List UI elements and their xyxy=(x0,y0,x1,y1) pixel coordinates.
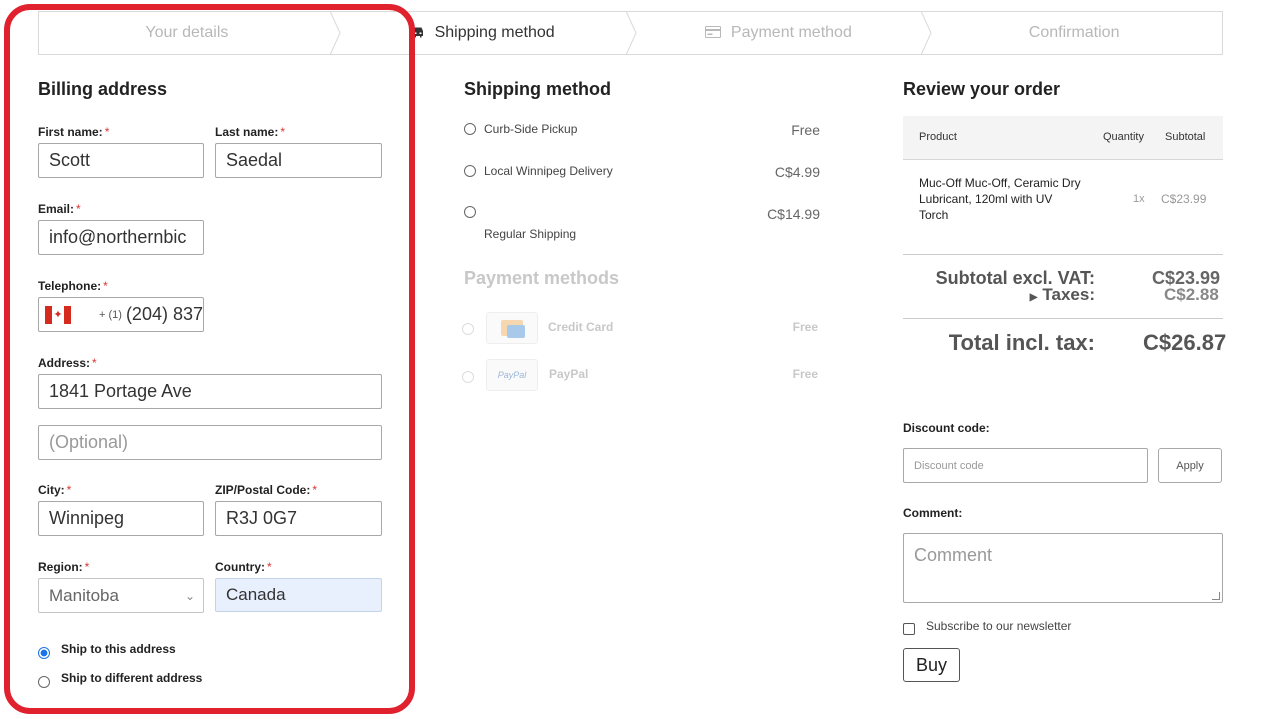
shipping-name: Local Winnipeg Delivery xyxy=(484,164,613,178)
comment-textarea[interactable]: Comment xyxy=(903,533,1223,603)
resize-handle-icon[interactable] xyxy=(1212,592,1220,600)
first-name-label: First name: * xyxy=(38,125,110,139)
buy-button[interactable]: Buy xyxy=(903,648,960,682)
step-shipping-method[interactable]: Shipping method xyxy=(335,11,637,55)
last-name-label: Last name: * xyxy=(215,125,286,139)
col-quantity: Quantity xyxy=(1103,131,1144,143)
telephone-value: (204) 837 xyxy=(125,304,203,324)
step-separator xyxy=(920,11,932,55)
step-your-details[interactable]: Your details xyxy=(39,11,341,55)
region-value: Manitoba xyxy=(49,585,119,605)
payment-price: Free xyxy=(792,320,818,334)
payment-name: PayPal xyxy=(549,367,589,381)
total-value: C$26.87 xyxy=(1143,330,1227,355)
discount-input[interactable]: Discount code xyxy=(903,448,1148,483)
ship-this-address-label: Ship to this address xyxy=(61,642,176,656)
region-select[interactable]: Manitoba ⌄ xyxy=(38,578,204,613)
ship-this-address-radio[interactable] xyxy=(38,647,50,659)
apply-button[interactable]: Apply xyxy=(1158,448,1222,483)
ship-different-address-radio[interactable] xyxy=(38,676,50,688)
zip-label: ZIP/Postal Code: * xyxy=(215,483,318,497)
total-label: Total incl. tax: xyxy=(948,330,1095,355)
telephone-field[interactable]: ✦ + (1) (204) 837 xyxy=(38,297,204,332)
discount-label: Discount code: xyxy=(903,421,990,435)
shipping-radio-local-delivery[interactable] xyxy=(464,165,476,177)
payment-radio-paypal[interactable] xyxy=(462,371,474,383)
address-label: Address: * xyxy=(38,356,97,370)
step-confirmation[interactable]: Confirmation xyxy=(926,12,1222,54)
paypal-logo-icon: PayPal xyxy=(486,359,538,391)
payment-name: Credit Card xyxy=(548,320,614,334)
order-item-name: Muc-Off Muc-Off, Ceramic Dry Lubricant, … xyxy=(919,176,1081,222)
country-field[interactable]: Canada xyxy=(215,578,382,612)
credit-card-logo-icon xyxy=(486,312,538,344)
step-separator xyxy=(329,11,341,55)
shipping-price: C$4.99 xyxy=(774,164,820,180)
comment-label: Comment: xyxy=(903,506,963,520)
step-label: Your details xyxy=(145,24,229,41)
payment-methods-heading: Payment methods xyxy=(464,268,620,288)
city-label: City: * xyxy=(38,483,72,497)
shipping-price: C$14.99 xyxy=(767,206,820,222)
taxes-value: C$2.88 xyxy=(1164,285,1219,304)
chevron-down-icon: ⌄ xyxy=(184,588,195,603)
email-label: Email: * xyxy=(38,202,81,216)
address-line2-field[interactable]: (Optional) xyxy=(38,425,382,460)
review-heading: Review your order xyxy=(903,79,1061,99)
region-label: Region: * xyxy=(38,560,90,574)
country-label: Country: * xyxy=(215,560,272,574)
col-product: Product xyxy=(919,131,957,143)
step-label: Shipping method xyxy=(434,24,555,41)
step-label: Confirmation xyxy=(1028,24,1120,41)
credit-card-icon xyxy=(704,25,721,41)
email-field[interactable]: info@northernbic xyxy=(38,220,204,255)
step-label: Payment method xyxy=(730,24,852,41)
order-table-header: Product Quantity Subtotal xyxy=(903,116,1223,160)
newsletter-checkbox[interactable] xyxy=(903,623,915,635)
taxes-toggle[interactable]: ▶ Taxes: xyxy=(903,285,1095,305)
step-separator xyxy=(625,11,637,55)
billing-heading: Billing address xyxy=(38,79,168,99)
order-item-subtotal: C$23.99 xyxy=(1161,192,1207,206)
shipping-price: Free xyxy=(791,122,820,138)
step-payment-method[interactable]: Payment method xyxy=(631,11,932,55)
last-name-field[interactable]: Saedal xyxy=(215,143,382,178)
shipping-radio-regular[interactable] xyxy=(464,206,476,218)
divider xyxy=(903,254,1223,255)
canada-flag-icon[interactable]: ✦ xyxy=(45,305,71,324)
payment-price: Free xyxy=(792,367,818,381)
newsletter-label: Subscribe to our newsletter xyxy=(926,619,1072,633)
shipping-radio-curbside[interactable] xyxy=(464,123,476,135)
caret-right-icon: ▶ xyxy=(1029,292,1038,303)
telephone-label: Telephone: * xyxy=(38,279,108,293)
payment-radio-credit-card[interactable] xyxy=(462,323,474,335)
dial-code: + (1) xyxy=(99,308,122,321)
taxes-label: Taxes: xyxy=(1042,285,1095,304)
ship-different-address-label: Ship to different address xyxy=(61,671,203,685)
order-item-qty: 1x xyxy=(1133,193,1145,205)
shipping-name: Regular Shipping xyxy=(484,227,577,241)
checkout-steps: Your details Shipping method Payment met… xyxy=(38,11,1223,55)
comment-placeholder: Comment xyxy=(914,545,993,565)
car-icon xyxy=(411,25,425,41)
shipping-name: Curb-Side Pickup xyxy=(484,122,578,136)
zip-field[interactable]: R3J 0G7 xyxy=(215,501,382,536)
col-subtotal: Subtotal xyxy=(1165,131,1206,143)
city-field[interactable]: Winnipeg xyxy=(38,501,204,536)
first-name-field[interactable]: Scott xyxy=(38,143,204,178)
address-field[interactable]: 1841 Portage Ave xyxy=(38,374,382,409)
shipping-heading: Shipping method xyxy=(464,79,611,99)
divider xyxy=(903,318,1223,319)
